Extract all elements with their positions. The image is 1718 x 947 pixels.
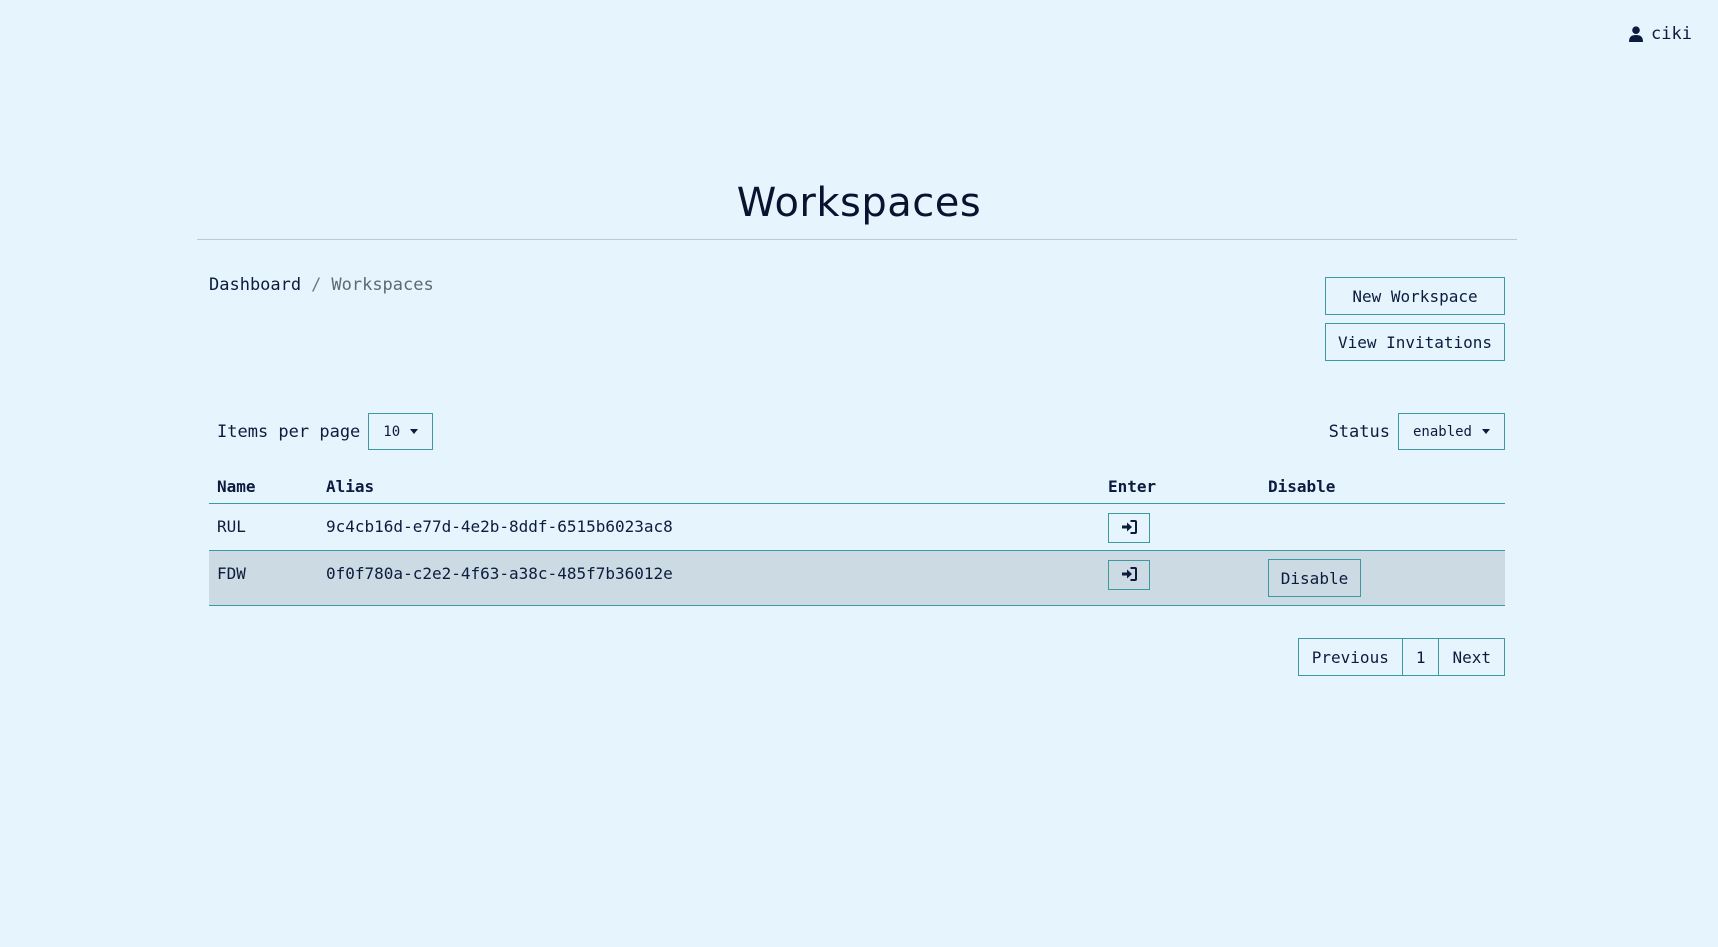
view-invitations-button[interactable]: View Invitations [1325, 323, 1505, 361]
user-icon [1629, 26, 1644, 42]
enter-workspace-button[interactable] [1108, 513, 1150, 543]
breadcrumb-separator: / [311, 275, 322, 295]
table-header-row: Name Alias Enter Disable [209, 470, 1505, 504]
caret-down-icon [410, 429, 419, 434]
user-menu[interactable]: ciki [1629, 24, 1692, 44]
caret-down-icon [1482, 429, 1490, 434]
title-divider [197, 239, 1517, 240]
workspace-name: FDW [217, 564, 246, 583]
items-per-page-label: Items per page [217, 421, 361, 442]
breadcrumb: Dashboard / Workspaces [209, 275, 434, 295]
breadcrumb-current: Workspaces [331, 275, 434, 295]
workspace-name: RUL [217, 517, 246, 536]
status-filter-label: Status [1328, 421, 1390, 442]
workspace-alias: 9c4cb16d-e77d-4e2b-8ddf-6515b6023ac8 [326, 517, 673, 536]
new-workspace-button[interactable]: New Workspace [1325, 277, 1505, 315]
breadcrumb-dashboard-link[interactable]: Dashboard [209, 275, 301, 295]
column-header-name: Name [217, 477, 256, 496]
items-per-page-value: 10 [383, 423, 401, 440]
status-filter-value: enabled [1412, 423, 1472, 440]
pagination: Previous 1 Next [1297, 638, 1505, 676]
column-header-alias: Alias [326, 477, 375, 496]
table-row: RUL 9c4cb16d-e77d-4e2b-8ddf-6515b6023ac8 [209, 504, 1505, 551]
next-page-button[interactable]: Next [1438, 638, 1505, 676]
user-name: ciki [1651, 24, 1692, 44]
workspace-alias: 0f0f780a-c2e2-4f63-a38c-485f7b36012e [326, 564, 673, 583]
page-1-button[interactable]: 1 [1401, 638, 1440, 676]
column-header-enter: Enter [1108, 477, 1157, 496]
page-title: Workspaces [736, 180, 982, 226]
sign-in-icon [1121, 519, 1137, 537]
workspaces-table: Name Alias Enter Disable RUL 9c4cb16d-e7… [209, 470, 1505, 606]
enter-workspace-button[interactable] [1108, 560, 1150, 590]
disable-workspace-button[interactable]: Disable [1268, 559, 1361, 597]
column-header-disable: Disable [1268, 477, 1336, 496]
sign-in-icon [1121, 566, 1137, 584]
items-per-page-control: Items per page 10 [217, 413, 434, 450]
previous-page-button[interactable]: Previous [1297, 638, 1403, 676]
status-filter-control: Status enabled [1329, 413, 1505, 450]
items-per-page-dropdown[interactable]: 10 [368, 413, 434, 450]
table-row: FDW 0f0f780a-c2e2-4f63-a38c-485f7b36012e… [209, 551, 1505, 606]
status-filter-dropdown[interactable]: enabled [1397, 413, 1505, 450]
